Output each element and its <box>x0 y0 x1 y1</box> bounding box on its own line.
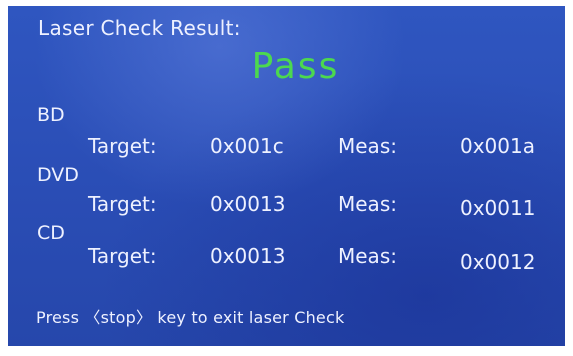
cd-row: Target: 0x0013 Meas: 0x0012 <box>8 244 565 274</box>
cd-target-value: 0x0013 <box>210 244 286 268</box>
dvd-target-value: 0x0013 <box>210 192 286 216</box>
bd-target-value: 0x001c <box>210 134 284 158</box>
result-status: Pass <box>251 46 340 87</box>
section-label-cd: CD <box>37 222 65 244</box>
bd-meas-value: 0x001a <box>460 134 535 158</box>
cd-meas-value: 0x0012 <box>460 250 536 274</box>
page-title: Laser Check Result: <box>38 16 241 40</box>
cd-meas-label: Meas: <box>338 244 397 268</box>
laser-check-screen: Laser Check Result: Pass BD Target: 0x00… <box>8 6 565 346</box>
section-label-dvd: DVD <box>37 164 79 186</box>
dvd-target-label: Target: <box>88 192 157 216</box>
bd-row: Target: 0x001c Meas: 0x001a <box>8 134 565 164</box>
dvd-meas-label: Meas: <box>338 192 397 216</box>
exit-hint: Press 〈stop〉 key to exit laser Check <box>36 308 345 327</box>
dvd-meas-value: 0x0011 <box>460 196 536 220</box>
section-label-bd: BD <box>37 104 65 126</box>
cd-target-label: Target: <box>88 244 157 268</box>
bd-meas-label: Meas: <box>338 134 397 158</box>
dvd-row: Target: 0x0013 Meas: 0x0011 <box>8 192 565 222</box>
bd-target-label: Target: <box>88 134 157 158</box>
